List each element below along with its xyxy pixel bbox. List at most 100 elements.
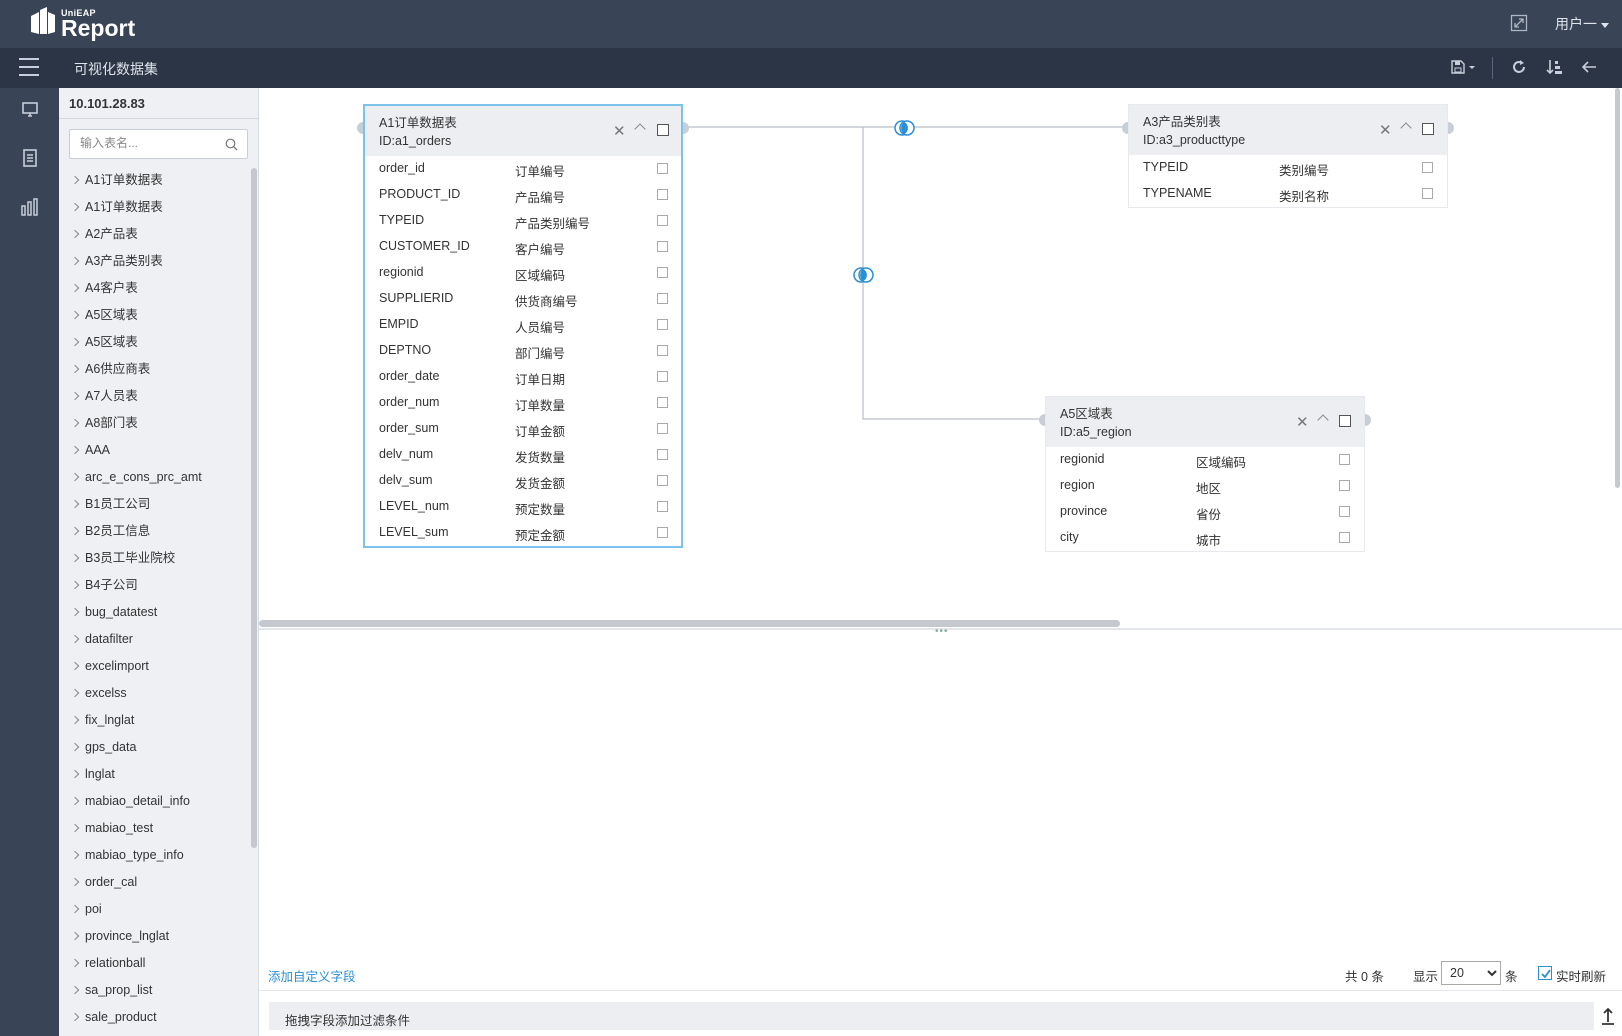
chevron-right-icon[interactable] <box>70 796 80 806</box>
chevron-right-icon[interactable] <box>70 337 80 347</box>
chevron-right-icon[interactable] <box>70 229 80 239</box>
field-row[interactable]: regionid 区域编码 <box>365 260 681 286</box>
save-dropdown-icon[interactable] <box>1450 58 1478 76</box>
tree-item[interactable]: excelss <box>59 684 249 711</box>
table-search-input[interactable] <box>80 136 220 150</box>
field-row[interactable]: delv_sum 发货金额 <box>365 468 681 494</box>
back-arrow-icon[interactable] <box>1580 58 1598 76</box>
field-checkbox[interactable] <box>657 527 668 538</box>
close-icon[interactable]: ✕ <box>1379 121 1392 139</box>
chevron-right-icon[interactable] <box>70 580 80 590</box>
join-icon[interactable] <box>894 120 915 136</box>
field-checkbox[interactable] <box>657 423 668 434</box>
tree-item[interactable]: A3产品类别表 <box>59 252 249 279</box>
chevron-right-icon[interactable] <box>70 823 80 833</box>
tree-item[interactable]: sa_prop_list <box>59 981 249 1008</box>
tree-item[interactable]: B4子公司 <box>59 576 249 603</box>
field-row[interactable]: TYPEID 类别编号 <box>1129 155 1447 181</box>
chevron-right-icon[interactable] <box>70 202 80 212</box>
tree-item[interactable]: A5区域表 <box>59 306 249 333</box>
user-menu[interactable]: 用户一 <box>1555 14 1609 34</box>
chevron-right-icon[interactable] <box>70 634 80 644</box>
table-card-region[interactable]: A5区域表 ID:a5_region ✕ regionid 区域编码 region 地… <box>1045 396 1365 552</box>
chevron-right-icon[interactable] <box>70 364 80 374</box>
search-icon[interactable] <box>225 138 238 151</box>
tree-item[interactable]: province_lnglat <box>59 927 249 954</box>
field-row[interactable]: order_id 订单编号 <box>365 156 681 182</box>
field-checkbox[interactable] <box>657 345 668 356</box>
tree-item[interactable]: poi <box>59 900 249 927</box>
chevron-right-icon[interactable] <box>70 499 80 509</box>
field-checkbox[interactable] <box>1339 454 1350 465</box>
chart-icon[interactable] <box>19 196 41 218</box>
chevron-right-icon[interactable] <box>70 715 80 725</box>
collapse-icon[interactable] <box>1317 414 1329 426</box>
chevron-right-icon[interactable] <box>70 472 80 482</box>
field-checkbox[interactable] <box>657 501 668 512</box>
chevron-right-icon[interactable] <box>70 391 80 401</box>
field-checkbox[interactable] <box>657 241 668 252</box>
tree-item[interactable]: A1订单数据表 <box>59 198 249 225</box>
field-row[interactable]: regionid 区域编码 <box>1046 447 1364 473</box>
field-row[interactable]: EMPID 人员编号 <box>365 312 681 338</box>
tree-item[interactable]: order_cal <box>59 873 249 900</box>
field-checkbox[interactable] <box>1339 532 1350 543</box>
tree-item[interactable]: A8部门表 <box>59 414 249 441</box>
tree-item[interactable]: arc_e_cons_prc_amt <box>59 468 249 495</box>
close-icon[interactable]: ✕ <box>613 122 626 140</box>
chevron-right-icon[interactable] <box>70 877 80 887</box>
tree-item[interactable]: relationball <box>59 954 249 981</box>
filter-drop-zone[interactable]: 拖拽字段添加过滤条件 <box>269 1002 1594 1030</box>
tree-item[interactable]: gps_data <box>59 738 249 765</box>
chevron-right-icon[interactable] <box>70 769 80 779</box>
expand-up-icon[interactable] <box>1601 1006 1615 1026</box>
field-row[interactable]: order_date 订单日期 <box>365 364 681 390</box>
field-row[interactable]: region 地区 <box>1046 473 1364 499</box>
chevron-right-icon[interactable] <box>70 256 80 266</box>
field-row[interactable]: DEPTNO 部门编号 <box>365 338 681 364</box>
sort-icon[interactable] <box>1545 58 1563 76</box>
chevron-right-icon[interactable] <box>70 283 80 293</box>
chevron-right-icon[interactable] <box>70 742 80 752</box>
field-row[interactable]: delv_num 发货数量 <box>365 442 681 468</box>
tree-item[interactable]: A4客户表 <box>59 279 249 306</box>
tree-item[interactable]: fix_lnglat <box>59 711 249 738</box>
field-checkbox[interactable] <box>657 293 668 304</box>
canvas-vertical-scrollbar[interactable] <box>1615 88 1620 488</box>
chevron-right-icon[interactable] <box>70 904 80 914</box>
tree-item[interactable]: B1员工公司 <box>59 495 249 522</box>
tree-item[interactable]: A6供应商表 <box>59 360 249 387</box>
chevron-right-icon[interactable] <box>70 175 80 185</box>
report-icon[interactable] <box>19 147 41 169</box>
field-checkbox[interactable] <box>657 267 668 278</box>
collapse-icon[interactable] <box>634 123 646 135</box>
field-checkbox[interactable] <box>657 319 668 330</box>
tree-item[interactable]: datafilter <box>59 630 249 657</box>
field-row[interactable]: SUPPLIERID 供货商编号 <box>365 286 681 312</box>
menu-toggle-icon[interactable] <box>19 58 39 76</box>
field-checkbox[interactable] <box>657 371 668 382</box>
tree-item[interactable]: excelimport <box>59 657 249 684</box>
table-card-orders[interactable]: A1订单数据表 ID:a1_orders ✕ order_id 订单编号 PRODU… <box>363 104 683 548</box>
tree-item[interactable]: A2产品表 <box>59 225 249 252</box>
field-row[interactable]: TYPENAME 类别名称 <box>1129 181 1447 207</box>
field-checkbox[interactable] <box>657 397 668 408</box>
field-checkbox[interactable] <box>1339 480 1350 491</box>
tree-item[interactable]: mabiao_detail_info <box>59 792 249 819</box>
field-row[interactable]: TYPEID 产品类别编号 <box>365 208 681 234</box>
chevron-right-icon[interactable] <box>70 688 80 698</box>
field-checkbox[interactable] <box>657 475 668 486</box>
chevron-right-icon[interactable] <box>70 1012 80 1022</box>
field-row[interactable]: order_sum 订单金额 <box>365 416 681 442</box>
field-checkbox[interactable] <box>1422 162 1433 173</box>
select-all-checkbox[interactable] <box>1339 415 1351 427</box>
collapse-icon[interactable] <box>1400 122 1412 134</box>
page-size-select[interactable]: 20 <box>1441 961 1501 985</box>
tree-item[interactable]: bug_datatest <box>59 603 249 630</box>
field-row[interactable]: LEVEL_num 预定数量 <box>365 494 681 520</box>
tree-item[interactable]: B3员工毕业院校 <box>59 549 249 576</box>
fullscreen-icon[interactable] <box>1510 14 1528 32</box>
field-checkbox[interactable] <box>1339 506 1350 517</box>
chevron-right-icon[interactable] <box>70 526 80 536</box>
tree-item[interactable]: mabiao_test <box>59 819 249 846</box>
